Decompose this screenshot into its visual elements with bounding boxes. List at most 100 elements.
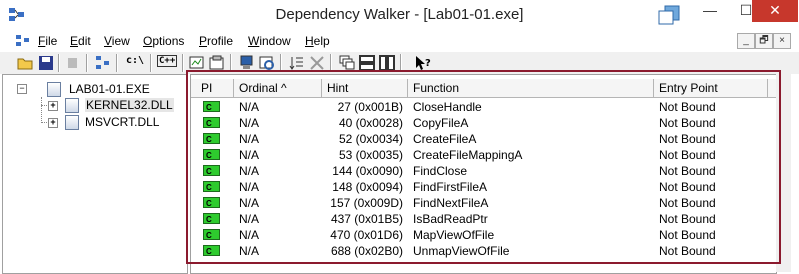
external-viewer-icon[interactable] (258, 54, 276, 72)
c-function-icon: C (203, 117, 220, 128)
mdi-restore-button[interactable]: 🗗 (755, 33, 773, 49)
c-function-icon: C (203, 165, 220, 176)
ordinal-cell: N/A (239, 180, 260, 194)
mdi-minimize-button[interactable]: _ (737, 33, 755, 49)
toolbar-separator (150, 54, 152, 72)
minimize-button[interactable]: — (692, 0, 728, 22)
function-cell: IsBadReadPtr (413, 212, 488, 226)
tree-expand-toggle[interactable]: + (48, 118, 58, 128)
c-function-icon: C (203, 213, 220, 224)
function-cell: UnmapViewOfFile (413, 244, 510, 258)
open-folder-icon[interactable] (16, 54, 34, 72)
menu-bar: File Edit View Options Profile Window He… (0, 31, 799, 51)
ordinal-cell: N/A (239, 212, 260, 226)
menu-edit[interactable]: Edit (70, 34, 91, 48)
help-pointer-icon[interactable]: ? (414, 54, 432, 72)
hint-cell: 148 (0x0094) (332, 180, 403, 194)
tree-collapse-toggle[interactable]: − (17, 84, 27, 94)
menu-help[interactable]: Help (305, 34, 330, 48)
properties-icon[interactable] (208, 54, 226, 72)
c-function-icon: C (203, 149, 220, 160)
column-header-pi[interactable]: PI (196, 79, 234, 97)
table-row[interactable]: C N/A 688 (0x02B0) UnmapViewOfFile Not Bound (191, 243, 776, 259)
mdi-document-icon[interactable] (15, 34, 31, 47)
tile-vertical-icon[interactable] (378, 54, 396, 72)
table-row[interactable]: C N/A 148 (0x0094) FindFirstFileA Not Bound (191, 179, 776, 195)
table-row[interactable]: C N/A 144 (0x0090) FindClose Not Bound (191, 163, 776, 179)
title-bar: Dependency Walker - [Lab01-01.exe] — ☐ ✕ (0, 0, 799, 31)
entry-point-cell: Not Bound (659, 196, 716, 210)
function-cell: FindNextFileA (413, 196, 489, 210)
table-row[interactable]: C N/A 157 (0x009D) FindNextFileA Not Bound (191, 195, 776, 211)
svg-text:?: ? (425, 58, 431, 69)
function-cell: FindClose (413, 164, 468, 178)
entry-point-cell: Not Bound (659, 180, 716, 194)
vertical-scrollbar[interactable] (776, 74, 791, 272)
tree-expand-toggle[interactable]: + (48, 101, 58, 111)
toolbar: c:\ C++ ? (0, 51, 799, 74)
find-parent-icon[interactable] (94, 54, 112, 72)
c-function-icon: C (203, 245, 220, 256)
column-header-ordinal[interactable]: Ordinal ^ (234, 79, 322, 97)
tree-item-label: MSVCRT.DLL (85, 115, 160, 129)
c-function-icon: C (203, 197, 220, 208)
c-function-icon: C (203, 229, 220, 240)
column-header-entry-point[interactable]: Entry Point (654, 79, 768, 97)
function-cell: CreateFileA (413, 132, 477, 146)
cascade-icon[interactable] (338, 54, 356, 72)
toolbar-separator (116, 54, 118, 72)
column-header-function[interactable]: Function (408, 79, 654, 97)
copy-icon[interactable] (64, 54, 82, 72)
function-cell: CloseHandle (413, 100, 482, 114)
function-cell: CreateFileMappingA (413, 148, 523, 162)
entry-point-cell: Not Bound (659, 116, 716, 130)
toolbar-separator (182, 54, 184, 72)
hint-cell: 144 (0x0090) (332, 164, 403, 178)
module-tree[interactable]: − LAB01-01.EXE + KERNEL32.DLL + MSVCRT.D… (2, 74, 188, 274)
menu-options[interactable]: Options (143, 34, 184, 48)
sort-icon[interactable] (288, 54, 306, 72)
ordinal-cell: N/A (239, 196, 260, 210)
table-row[interactable]: C N/A 52 (0x0034) CreateFileA Not Bound (191, 131, 776, 147)
list-header: PI Ordinal ^ Hint Function Entry Point (191, 79, 776, 98)
undecorate-cpp-button[interactable]: C++ (157, 55, 178, 67)
view-module-icon[interactable] (188, 54, 206, 72)
table-row[interactable]: C N/A 470 (0x01D6) MapViewOfFile Not Bound (191, 227, 776, 243)
full-paths-button[interactable]: c:\ (126, 55, 144, 66)
toolbar-separator (330, 54, 332, 72)
dll-module-icon (65, 98, 79, 113)
table-row[interactable]: C N/A 53 (0x0035) CreateFileMappingA Not Bou… (191, 147, 776, 163)
hint-cell: 470 (0x01D6) (330, 228, 403, 242)
hint-cell: 40 (0x0028) (338, 116, 403, 130)
table-row[interactable]: C N/A 437 (0x01B5) IsBadReadPtr Not Bound (191, 211, 776, 227)
menu-profile[interactable]: Profile (199, 34, 233, 48)
save-icon[interactable] (37, 54, 55, 72)
entry-point-cell: Not Bound (659, 148, 716, 162)
close-button[interactable]: ✕ (752, 0, 798, 22)
entry-point-cell: Not Bound (659, 228, 716, 242)
entry-point-cell: Not Bound (659, 244, 716, 258)
menu-file[interactable]: File (38, 34, 57, 48)
column-header-hint[interactable]: Hint (322, 79, 408, 97)
ordinal-cell: N/A (239, 132, 260, 146)
hint-cell: 157 (0x009D) (330, 196, 403, 210)
entry-point-cell: Not Bound (659, 132, 716, 146)
mdi-close-button[interactable]: × (773, 33, 791, 49)
menu-window[interactable]: Window (248, 34, 291, 48)
hint-cell: 52 (0x0034) (338, 132, 403, 146)
import-function-list[interactable]: PI Ordinal ^ Hint Function Entry Point C… (190, 74, 777, 274)
hint-cell: 688 (0x02B0) (330, 244, 403, 258)
tile-horizontal-icon[interactable] (358, 54, 376, 72)
find-icon[interactable] (308, 54, 326, 72)
system-info-icon[interactable] (238, 54, 256, 72)
table-row[interactable]: C N/A 40 (0x0028) CopyFileA Not Bound (191, 115, 776, 131)
tree-connector (41, 97, 42, 123)
menu-view[interactable]: View (104, 34, 130, 48)
tree-item-label: KERNEL32.DLL (85, 98, 174, 112)
table-row[interactable]: C N/A 27 (0x001B) CloseHandle Not Bound (191, 99, 776, 115)
restore-window-icon[interactable] (656, 4, 682, 26)
tree-item-label: LAB01-01.EXE (69, 82, 150, 96)
ordinal-cell: N/A (239, 164, 260, 178)
c-function-icon: C (203, 101, 220, 112)
ordinal-cell: N/A (239, 228, 260, 242)
